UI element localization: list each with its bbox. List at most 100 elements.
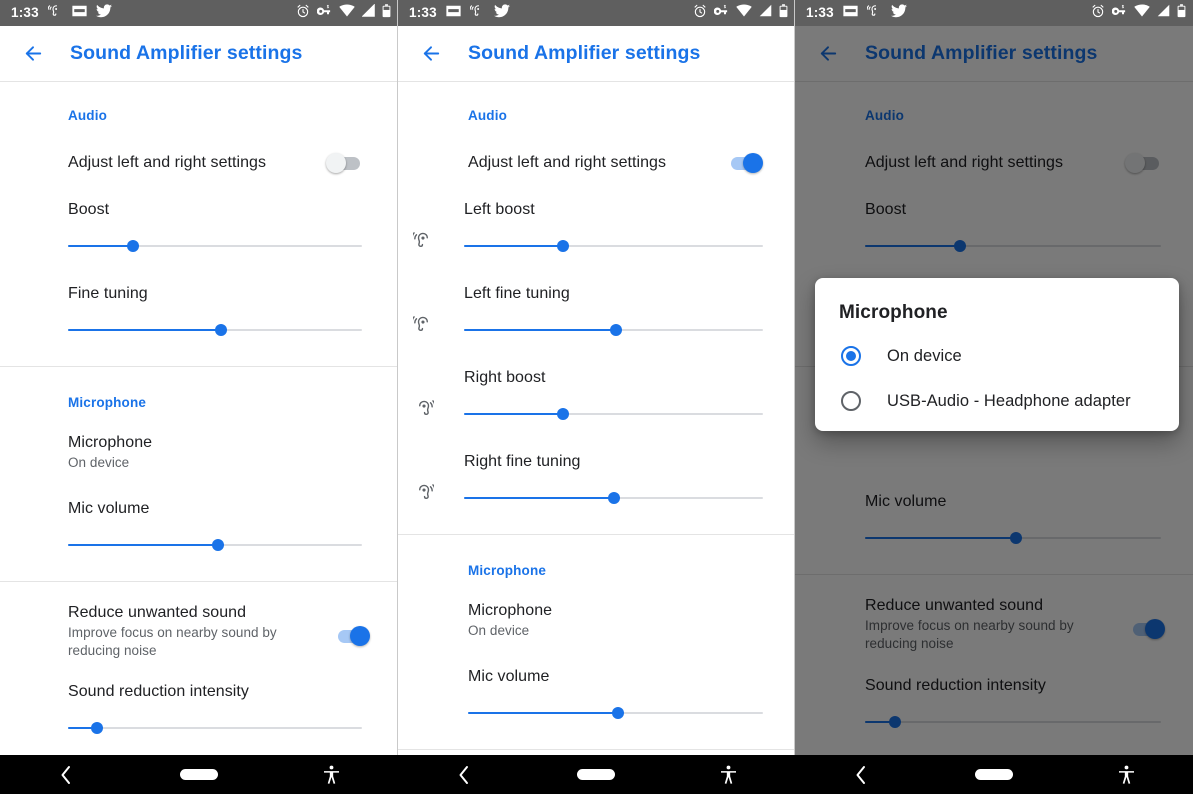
row-label: Adjust left and right settings	[68, 154, 267, 171]
slider-label: Left fine tuning	[464, 285, 570, 302]
slider-knob[interactable]	[556, 240, 569, 252]
slider-knob[interactable]	[91, 722, 104, 735]
battery-icon	[779, 3, 788, 23]
nav-back-icon	[459, 765, 469, 784]
left-ear-icon	[406, 232, 440, 255]
slider-fill	[464, 497, 614, 499]
phone-panel-2: 1:33 Sound Amplifier settings Audio Adju…	[398, 0, 795, 794]
status-bar-left: 1:33	[806, 3, 907, 23]
row-microphone-source[interactable]: Microphone On device	[0, 410, 398, 472]
nav-back-button[interactable]	[795, 765, 928, 785]
signal-icon	[361, 3, 375, 22]
right-boost-slider[interactable]	[464, 405, 763, 423]
nav-home-button[interactable]	[133, 769, 266, 780]
slider-label: Mic volume	[68, 499, 150, 517]
status-bar: 1:33	[795, 0, 1193, 26]
mic-volume-slider[interactable]	[68, 536, 362, 554]
twitter-icon	[493, 3, 510, 23]
section-header-microphone: Microphone	[68, 395, 146, 410]
screenshot-icon	[843, 4, 858, 22]
radio-button-unselected[interactable]	[841, 391, 861, 411]
slider-fill	[68, 245, 133, 247]
mic-volume-slider[interactable]	[468, 704, 763, 722]
adjust-left-right-toggle[interactable]	[727, 153, 763, 173]
sound-amplifier-icon	[866, 3, 882, 23]
radio-option-usb-audio[interactable]: USB-Audio - Headphone adapter	[815, 366, 1179, 411]
back-button[interactable]	[414, 37, 448, 71]
row-adjust-left-right[interactable]: Adjust left and right settings	[398, 123, 795, 173]
nav-accessibility-button[interactable]	[265, 765, 398, 785]
home-pill-icon	[577, 769, 616, 780]
slider-fill	[464, 329, 617, 331]
status-bar: 1:33	[0, 0, 398, 26]
back-button[interactable]	[16, 37, 50, 71]
row-adjust-left-right[interactable]: Adjust left and right settings	[0, 123, 398, 173]
screenshot-icon	[72, 4, 87, 22]
section-header-audio: Audio	[468, 108, 507, 123]
system-nav-bar	[795, 755, 1193, 794]
page-title: Sound Amplifier settings	[468, 42, 701, 64]
row-label: Microphone	[68, 434, 153, 451]
nav-back-icon	[856, 765, 866, 784]
accessibility-icon	[324, 765, 340, 784]
reduce-unwanted-sound-toggle[interactable]	[334, 625, 370, 646]
system-nav-bar	[398, 755, 795, 794]
slider-group-fine-tuning: Fine tuning	[0, 255, 398, 339]
slider-knob[interactable]	[556, 408, 569, 420]
slider-fill	[464, 413, 563, 415]
arrow-back-icon	[25, 46, 41, 61]
panel-separator-1	[397, 0, 398, 794]
switch-thumb	[350, 625, 370, 646]
vpn-key-icon	[713, 4, 729, 23]
row-sub-label: Improve focus on nearby sound by reducin…	[68, 624, 277, 658]
screenshot-stage: 1:33 Sound Amplifier settings Audio Adju…	[0, 0, 1193, 794]
wifi-icon	[1134, 4, 1150, 22]
screenshot-icon	[446, 4, 461, 22]
alarm-icon	[1091, 4, 1105, 23]
radio-option-on-device[interactable]: On device	[815, 324, 1179, 366]
section-header-audio: Audio	[68, 108, 107, 123]
nav-back-button[interactable]	[398, 765, 530, 785]
slider-fill	[468, 711, 619, 714]
sound-reduction-intensity-slider[interactable]	[68, 719, 362, 737]
slider-label: Sound reduction intensity	[68, 683, 249, 701]
slider-group-left-boost: Left boost	[398, 173, 795, 255]
section-header-microphone: Microphone	[468, 563, 546, 578]
right-fine-tuning-slider[interactable]	[464, 489, 763, 507]
boost-slider[interactable]	[68, 237, 362, 255]
slider-knob[interactable]	[126, 240, 139, 252]
radio-button-selected[interactable]	[841, 346, 861, 366]
vpn-key-icon	[1111, 4, 1127, 23]
slider-knob[interactable]	[211, 538, 224, 551]
app-bar: Sound Amplifier settings	[0, 26, 398, 81]
slider-fill	[68, 329, 221, 331]
slider-knob[interactable]	[612, 706, 625, 719]
accessibility-icon	[721, 765, 737, 784]
switch-thumb	[743, 153, 763, 173]
radio-option-label: USB-Audio - Headphone adapter	[887, 391, 1131, 410]
row-microphone-source[interactable]: Microphone On device	[398, 578, 795, 640]
adjust-left-right-toggle[interactable]	[326, 153, 362, 173]
left-boost-slider[interactable]	[464, 237, 763, 255]
row-value: On device	[468, 623, 530, 638]
slider-knob[interactable]	[610, 324, 623, 336]
fine-tuning-slider[interactable]	[68, 321, 362, 339]
slider-knob[interactable]	[607, 492, 620, 504]
status-bar: 1:33	[398, 0, 795, 26]
slider-label: Right fine tuning	[464, 453, 581, 470]
phone-panel-3: 1:33 Microphone On device USB-Audio - He…	[795, 0, 1193, 794]
status-bar-right	[1091, 3, 1186, 23]
slider-label: Fine tuning	[68, 285, 148, 302]
nav-accessibility-button[interactable]	[663, 765, 795, 785]
left-fine-tuning-slider[interactable]	[464, 321, 763, 339]
nav-accessibility-button[interactable]	[1060, 765, 1193, 785]
row-reduce-unwanted-sound[interactable]: Reduce unwanted sound Improve focus on n…	[0, 582, 398, 660]
phone-panel-1: 1:33 Sound Amplifier settings Audio Adju…	[0, 0, 398, 794]
accessibility-icon	[1119, 765, 1135, 784]
system-nav-bar	[0, 755, 398, 794]
nav-home-button[interactable]	[530, 769, 662, 780]
nav-back-button[interactable]	[0, 765, 133, 785]
slider-knob[interactable]	[214, 324, 227, 336]
nav-home-button[interactable]	[928, 769, 1061, 780]
slider-fill	[68, 543, 218, 546]
